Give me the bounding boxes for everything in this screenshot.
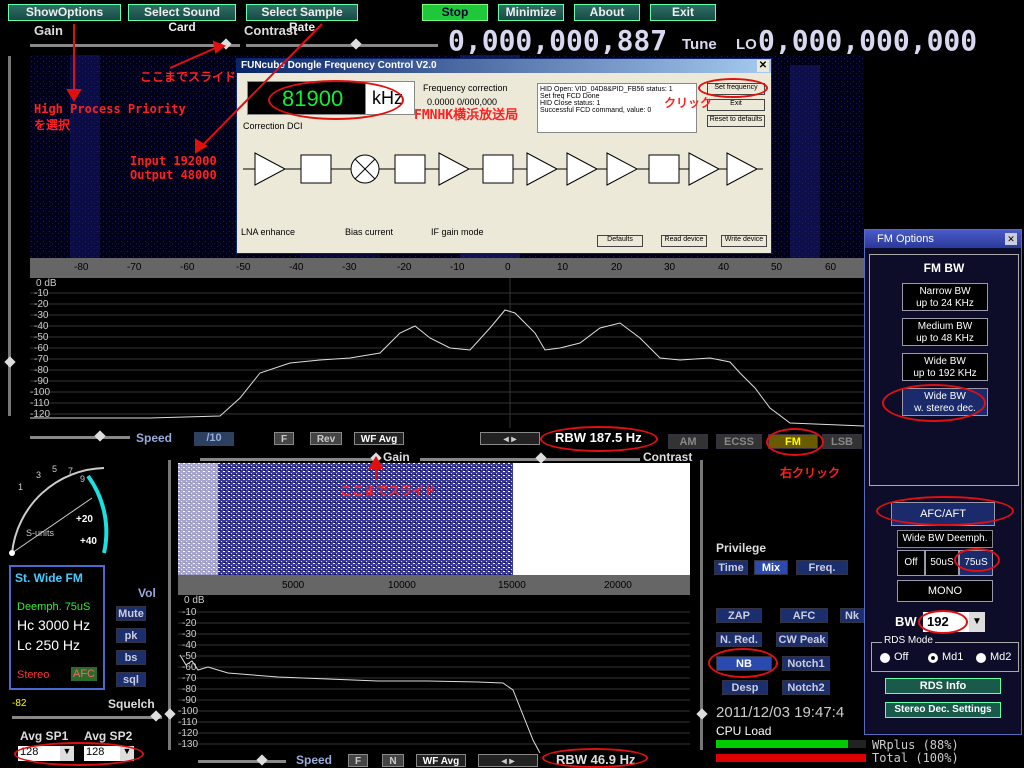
annotation-ellipse-avg bbox=[14, 742, 144, 766]
annotation-arrows bbox=[66, 23, 384, 480]
annotation-ellipse-nb bbox=[708, 648, 778, 678]
sdr-main-window: { "toolbar": { "show_options": "ShowOpti… bbox=[0, 0, 1024, 768]
annotation-ellipse-wide-stereo bbox=[882, 384, 986, 422]
annotation-ellipse-rbw-bottom bbox=[542, 748, 648, 768]
annotation-ellipse-frequency bbox=[268, 80, 404, 120]
annotation-ellipse-afc bbox=[876, 496, 1014, 526]
annotation-ellipse-fm bbox=[766, 428, 824, 456]
annotation-ellipse-bw bbox=[918, 610, 968, 634]
annotation-ellipse-set-freq bbox=[698, 78, 768, 98]
annotation-ellipse-75us bbox=[954, 548, 1000, 572]
annotation-ellipse-rbw-top bbox=[540, 426, 658, 452]
